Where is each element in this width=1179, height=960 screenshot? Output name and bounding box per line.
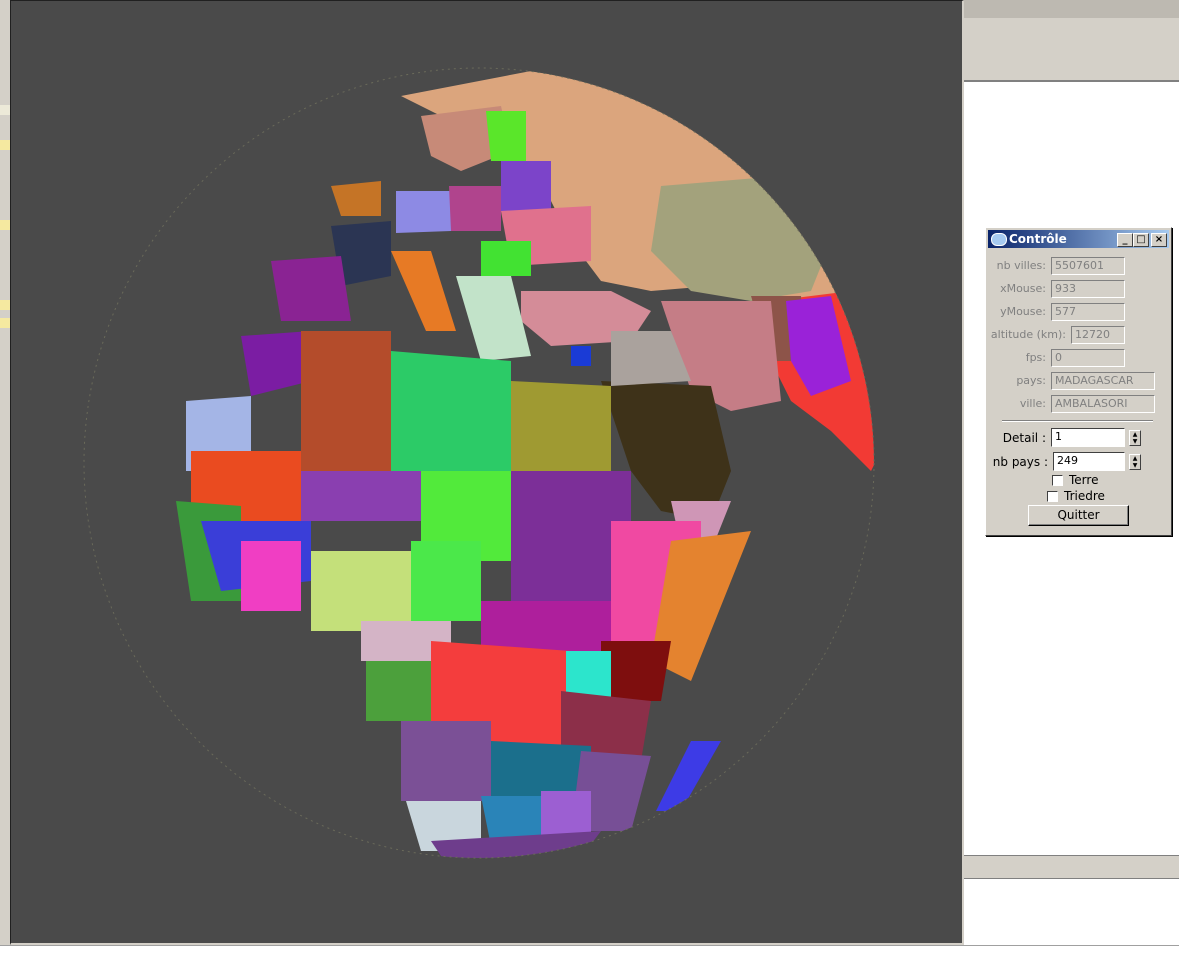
field-label-ville: ville: <box>1019 397 1046 410</box>
field-pays: MADAGASCAR <box>1051 372 1155 390</box>
globe-viewport[interactable] <box>10 0 964 945</box>
region-romania <box>481 241 531 276</box>
background-window-toolbar <box>964 855 1179 879</box>
triedre-checkbox[interactable] <box>1047 491 1058 502</box>
detail-label: Detail : <box>1002 431 1046 445</box>
detail-spinner[interactable]: ▲ ▼ <box>1129 430 1141 446</box>
background-taskbar <box>0 945 1179 960</box>
terre-checkbox[interactable] <box>1052 475 1063 486</box>
field-ville: AMBALASORI <box>1051 395 1155 413</box>
region-madagascar <box>656 741 721 811</box>
nb-pays-input[interactable]: 249 <box>1053 452 1125 471</box>
background-window-titlebar <box>964 0 1179 18</box>
field-fps: 0 <box>1051 349 1125 367</box>
control-panel-titlebar[interactable]: Contrôle _ □ × <box>988 230 1169 248</box>
window-title: Contrôle <box>1009 232 1067 246</box>
field-nb-villes: 5507601 <box>1051 257 1125 275</box>
region-libya <box>391 351 511 471</box>
detail-input[interactable]: 1 <box>1051 428 1125 447</box>
region-balkans <box>456 276 531 361</box>
region-angola <box>401 721 491 801</box>
region-germany <box>396 191 451 233</box>
quit-button[interactable]: Quitter <box>1028 505 1129 526</box>
region-israel <box>571 346 591 366</box>
field-label-pays: pays: <box>1016 374 1046 387</box>
region-uk <box>331 181 381 216</box>
app-icon <box>991 233 1007 246</box>
minimize-button[interactable]: _ <box>1117 233 1133 247</box>
field-altitude: 12720 <box>1071 326 1125 344</box>
control-panel-window[interactable]: Contrôle _ □ × nb villes: 5507601 xMouse… <box>985 227 1172 536</box>
field-label-xmouse: xMouse: <box>1000 282 1046 295</box>
region-ghana <box>241 541 301 611</box>
region-morocco <box>241 331 311 396</box>
field-label-ymouse: yMouse: <box>1000 305 1046 318</box>
region-italy <box>391 251 456 331</box>
region-niger <box>301 471 421 521</box>
maximize-button[interactable]: □ <box>1133 233 1149 247</box>
separator <box>1002 420 1153 422</box>
field-label-altitude: altitude (km): <box>990 328 1066 341</box>
region-nigeria <box>311 551 421 631</box>
field-label-nb-villes: nb villes: <box>996 259 1046 272</box>
region-finland <box>486 111 526 161</box>
field-ymouse: 577 <box>1051 303 1125 321</box>
close-button[interactable]: × <box>1151 233 1167 247</box>
region-cameroon <box>411 541 481 621</box>
region-egypt <box>511 381 611 471</box>
nb-pays-spinner[interactable]: ▲ ▼ <box>1129 454 1141 470</box>
region-algeria <box>301 331 391 471</box>
region-gabon <box>366 661 441 721</box>
field-xmouse: 933 <box>1051 280 1125 298</box>
region-car <box>481 601 611 651</box>
region-kenya <box>601 641 671 701</box>
globe-render[interactable] <box>11 1 961 942</box>
region-spain <box>271 256 351 321</box>
terre-label: Terre <box>1069 473 1099 487</box>
region-belarus <box>501 161 551 211</box>
triedre-label: Triedre <box>1064 489 1105 503</box>
nb-pays-label: nb pays : <box>992 455 1048 469</box>
region-poland <box>449 186 501 231</box>
field-label-fps: fps: <box>1025 351 1046 364</box>
